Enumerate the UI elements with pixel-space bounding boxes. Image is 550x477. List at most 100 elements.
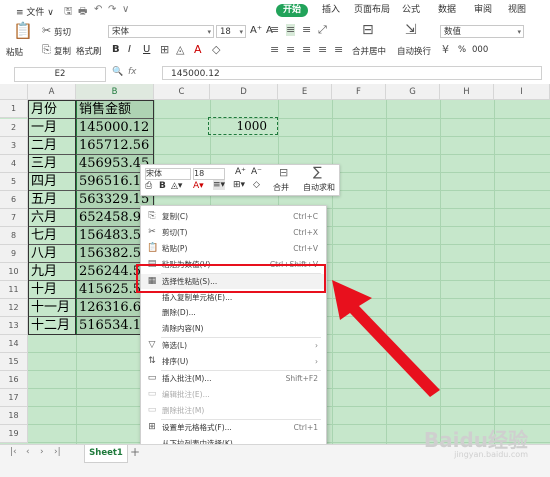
last-sheet-icon[interactable]: ›| [54, 447, 61, 457]
context-menu-item[interactable]: 清除内容(N) [141, 321, 326, 336]
quick-access-more-icon[interactable]: ∨ [122, 4, 129, 15]
row-header[interactable]: 19 [0, 425, 28, 443]
mini-autosum-icon[interactable]: ∑ [313, 165, 322, 180]
clear-format-icon[interactable]: ◇ [212, 44, 220, 56]
fill-color-icon[interactable]: ◬ [176, 44, 184, 56]
mini-merge-button[interactable]: 合并 [273, 182, 289, 193]
row-header[interactable]: 4 [0, 155, 28, 173]
save-icon[interactable]: 🖫 [64, 4, 73, 21]
fx-icon[interactable]: fx [128, 67, 137, 77]
row-header[interactable]: 5 [0, 173, 28, 191]
tab-view[interactable]: 视图 [508, 4, 526, 17]
align-top-icon[interactable]: ≡ [270, 24, 279, 36]
context-menu-item[interactable]: 📋 粘贴(P) Ctrl+V [141, 241, 326, 256]
cell-month[interactable]: 七月 [31, 226, 57, 244]
context-menu-item[interactable]: ▭ 插入批注(M)... Shift+F2 [141, 371, 326, 386]
tab-page-layout[interactable]: 页面布局 [354, 4, 390, 17]
cell-sales-value[interactable]: 156382.57 [79, 244, 149, 262]
first-sheet-icon[interactable]: |‹ [10, 447, 17, 457]
cell-month[interactable]: 五月 [31, 190, 57, 208]
formula-input[interactable]: 145000.12 [162, 66, 542, 80]
tab-insert[interactable]: 插入 [322, 4, 340, 17]
column-header-g[interactable]: G [386, 84, 440, 100]
align-center-icon[interactable]: ≡ [286, 44, 295, 56]
font-size-select[interactable]: 18 ▾ [216, 25, 246, 38]
align-right-icon[interactable]: ≡ [302, 44, 311, 56]
row-header[interactable]: 17 [0, 389, 28, 407]
cell-sales-value[interactable]: 596516.18 [79, 172, 149, 190]
cell-month[interactable]: 十月 [31, 280, 57, 298]
row-header[interactable]: 3 [0, 137, 28, 155]
mini-autosum-button[interactable]: 自动求和 [303, 182, 335, 193]
context-menu-item[interactable]: ✂ 剪切(T) Ctrl+X [141, 225, 326, 240]
bold-button[interactable]: B [112, 44, 120, 55]
mini-font-name[interactable]: 宋体 [145, 168, 191, 180]
row-header[interactable]: 11 [0, 281, 28, 299]
mini-clear-icon[interactable]: ◇ [253, 180, 260, 190]
add-sheet-button[interactable]: + [130, 445, 140, 459]
file-menu[interactable]: ≡ 文件 ∨ [16, 5, 54, 18]
column-header-f[interactable]: F [332, 84, 386, 100]
cut-button[interactable]: 剪切 [54, 26, 71, 38]
column-header-a[interactable]: A [28, 84, 76, 100]
mini-border-icon[interactable]: ⊞▾ [233, 180, 245, 190]
mini-font-size[interactable]: 18 [193, 168, 225, 180]
row-header[interactable]: 16 [0, 371, 28, 389]
row-header[interactable]: 8 [0, 227, 28, 245]
align-left-icon[interactable]: ≡ [270, 44, 279, 56]
italic-button[interactable]: I [128, 44, 131, 55]
tab-review[interactable]: 审阅 [474, 4, 492, 17]
paste-button[interactable]: 粘贴 [6, 46, 23, 58]
underline-button[interactable]: U [143, 44, 150, 55]
cell-month[interactable]: 三月 [31, 154, 57, 172]
cell-month[interactable]: 九月 [31, 262, 57, 280]
justify-icon[interactable]: ≡ [318, 44, 327, 56]
paste-icon[interactable]: 📋 [13, 23, 33, 39]
percent-button[interactable]: % [458, 45, 466, 55]
cell-sales-value[interactable]: 126316.68 [79, 298, 149, 316]
number-format-select[interactable]: 数值 ▾ [440, 25, 524, 38]
mini-format-painter-icon[interactable]: ⎙ [145, 181, 152, 191]
row-header[interactable]: 13 [0, 317, 28, 335]
row-header[interactable]: 1 [0, 100, 28, 118]
mini-bold-button[interactable]: B [159, 181, 166, 191]
cell-month[interactable]: 八月 [31, 244, 57, 262]
row-header[interactable]: 7 [0, 209, 28, 227]
column-header-i[interactable]: I [494, 84, 550, 100]
align-middle-icon[interactable]: ≡ [286, 24, 296, 36]
cell-month[interactable]: 一月 [31, 118, 57, 136]
prev-sheet-icon[interactable]: ‹ [26, 447, 30, 457]
cell-sales-value[interactable]: 563329.15 [79, 190, 149, 208]
mini-fill-color-icon[interactable]: ◬▾ [171, 181, 182, 191]
copy-button[interactable]: 复制 [54, 45, 71, 57]
cell-header-sales[interactable]: 销售金额 [79, 100, 131, 118]
cell-sales-value[interactable]: 165712.56 [79, 136, 149, 154]
zoom-icon[interactable]: 🔍 [112, 67, 123, 77]
wrap-text-button[interactable]: 自动换行 [397, 45, 431, 57]
context-menu-item[interactable]: ⇅ 排序(U) › [141, 354, 326, 369]
cell-sales-value[interactable]: 652458.98 [79, 208, 149, 226]
format-painter-button[interactable]: 格式刷 [76, 45, 102, 57]
cell-header-month[interactable]: 月份 [31, 100, 57, 118]
row-header[interactable]: 12 [0, 299, 28, 317]
select-all-corner[interactable] [0, 84, 28, 100]
mini-grow-font-button[interactable]: A⁺ [235, 167, 246, 177]
cell-sales-value[interactable]: 516534.13 [79, 316, 149, 334]
merge-center-icon[interactable]: ⊟ [362, 23, 374, 37]
merge-center-button[interactable]: 合并居中 [352, 45, 386, 57]
font-name-select[interactable]: 宋体 ▾ [108, 25, 214, 38]
currency-icon[interactable]: ¥ [442, 44, 449, 56]
redo-icon[interactable]: ↷ [108, 4, 116, 15]
cell-month[interactable]: 六月 [31, 208, 57, 226]
cut-icon[interactable]: ✂ [42, 25, 51, 37]
name-box[interactable]: E2 [14, 67, 106, 82]
mini-shrink-font-button[interactable]: A⁻ [251, 167, 262, 177]
tab-data[interactable]: 数据 [438, 4, 456, 17]
distributed-icon[interactable]: ≡ [334, 44, 343, 56]
column-header-h[interactable]: H [440, 84, 494, 100]
mini-align-icon[interactable]: ≡▾ [213, 180, 226, 190]
cell-month[interactable]: 四月 [31, 172, 57, 190]
cell-month[interactable]: 二月 [31, 136, 57, 154]
column-header-c[interactable]: C [154, 84, 210, 100]
cell-sales-value[interactable]: 456953.45 [79, 154, 149, 172]
